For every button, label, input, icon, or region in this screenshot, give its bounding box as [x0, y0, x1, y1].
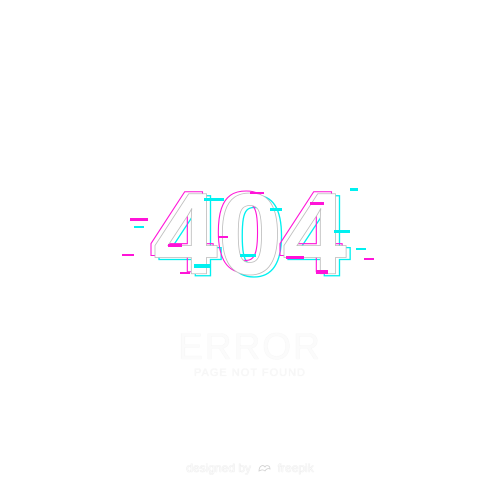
credit-prefix: designed by — [186, 461, 251, 475]
credit-brand: freepik — [277, 461, 314, 475]
error-subheadline: PAGE NOT FOUND — [194, 367, 306, 379]
error-headline: ERROR — [178, 326, 322, 367]
freepik-logo-icon — [258, 462, 271, 476]
glitch-404-svg: 404 404 404 — [122, 178, 374, 282]
error-page: 404 404 404 ERROR PAGE NOT FOUND designe… — [0, 0, 500, 500]
designer-credit[interactable]: designed by freepik — [0, 461, 500, 476]
error-code-graphic: 404 404 404 — [120, 178, 380, 282]
